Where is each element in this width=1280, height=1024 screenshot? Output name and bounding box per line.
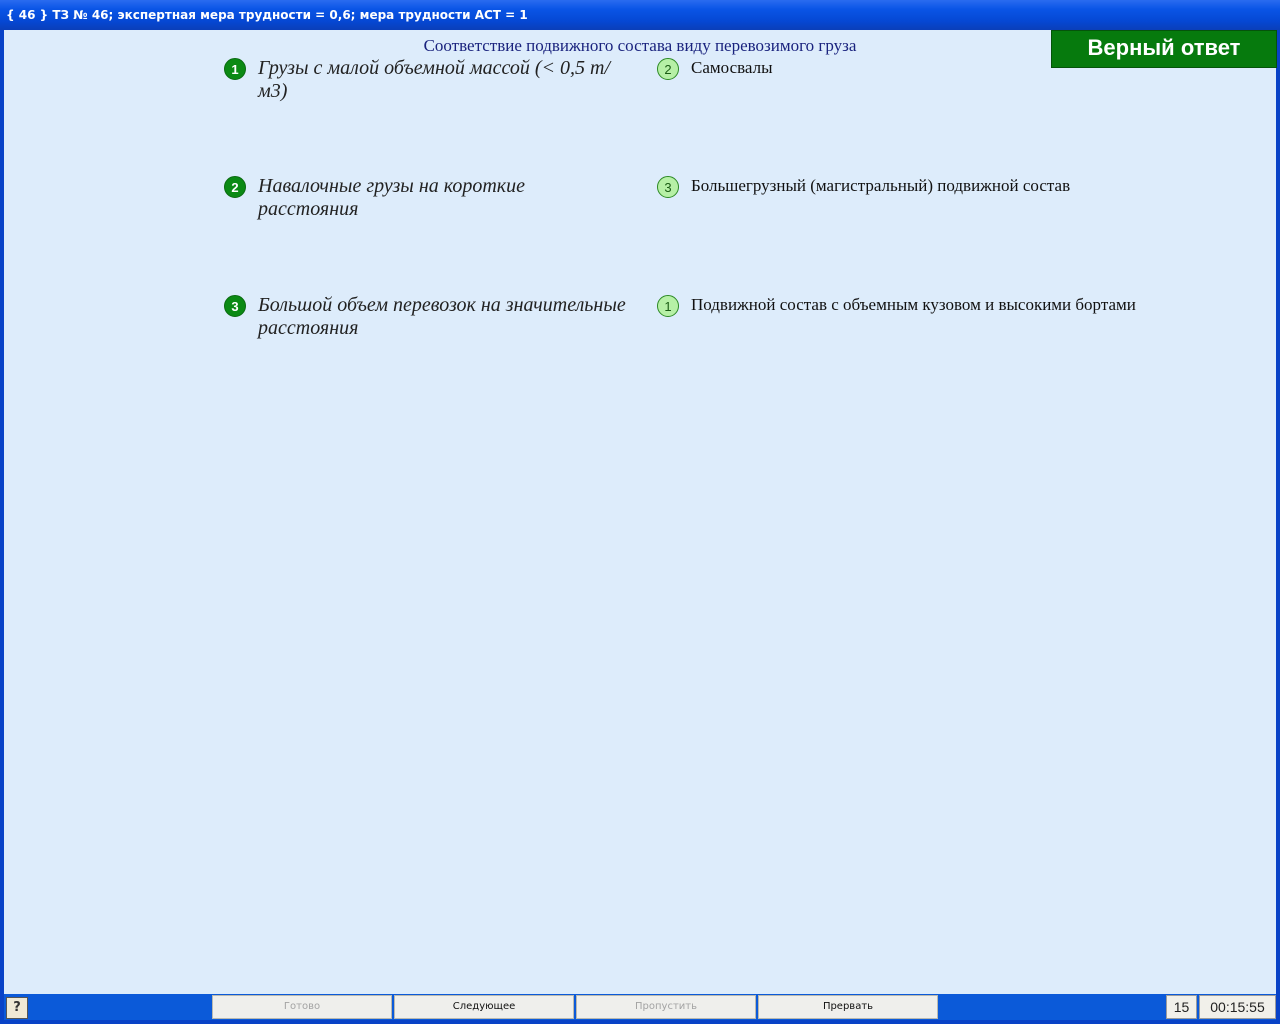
left-item-text-3: Большой объем перевозок на значительные … (258, 294, 626, 339)
right-item-answer-1[interactable]: 2 (657, 58, 679, 80)
elapsed-timer: 00:15:55 (1199, 995, 1276, 1019)
left-item-number-2: 2 (224, 176, 246, 198)
window-title: { 46 } ТЗ № 46; экспертная мера трудност… (6, 8, 528, 22)
abort-button[interactable]: Прервать (758, 995, 938, 1019)
question-title: Соответствие подвижного состава виду пер… (423, 36, 857, 55)
left-item-text-1: Грузы с малой объемной массой (< 0,5 т/м… (258, 57, 611, 102)
main-window (0, 0, 1280, 1024)
right-item-text-2: Большегрузный (магистральный) подвижной … (691, 176, 1071, 195)
window-title-bar: { 46 } ТЗ № 46; экспертная мера трудност… (0, 0, 1280, 30)
right-item-answer-2[interactable]: 3 (657, 176, 679, 198)
help-icon[interactable]: ? (6, 997, 28, 1019)
right-item-text-1: Самосвалы (691, 58, 773, 77)
right-item-text-3: Подвижной состав с объемным кузовом и вы… (691, 295, 1136, 314)
left-item-text-2: Навалочные грузы на короткие расстояния (258, 175, 526, 220)
left-item-number-1: 1 (224, 58, 246, 80)
left-item-number-3: 3 (224, 295, 246, 317)
question-counter: 15 (1166, 995, 1197, 1019)
next-button[interactable]: Следующее (394, 995, 574, 1019)
ready-button[interactable]: Готово (212, 995, 392, 1019)
right-item-answer-3[interactable]: 1 (657, 295, 679, 317)
skip-button[interactable]: Пропустить (576, 995, 756, 1019)
